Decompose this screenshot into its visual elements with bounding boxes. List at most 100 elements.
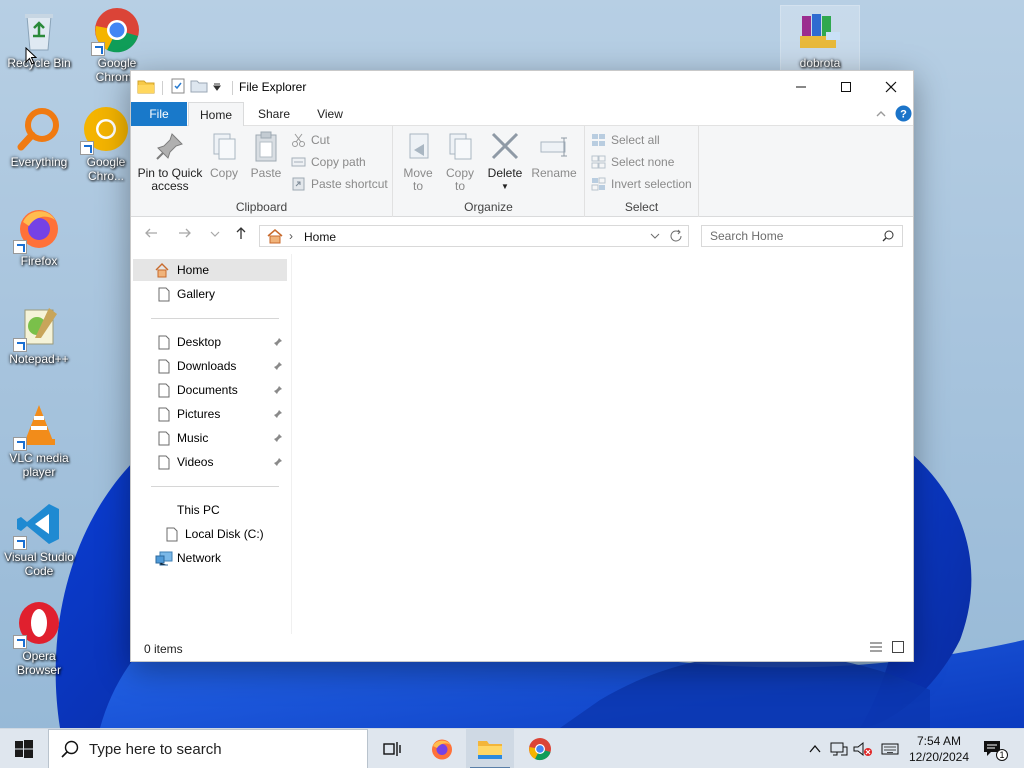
address-bar[interactable]: › Home: [259, 225, 689, 247]
document-icon: [158, 359, 170, 374]
forward-button[interactable]: [175, 226, 195, 244]
paste-shortcut-icon: [292, 177, 305, 191]
pin-to-quick-access-button[interactable]: Pin to Quick access: [137, 130, 203, 193]
desktop-icon-notepad-plus-plus[interactable]: Notepad++: [0, 302, 78, 366]
close-button[interactable]: [868, 71, 914, 102]
desktop-icon-firefox[interactable]: Firefox: [0, 204, 78, 268]
copy-to-label-line2: to: [454, 179, 465, 193]
document-icon: [158, 455, 170, 470]
nav-item-local-disk[interactable]: Local Disk (C:): [133, 523, 287, 545]
nav-item-label: Downloads: [177, 359, 237, 373]
nav-item-gallery[interactable]: Gallery: [133, 283, 287, 305]
breadcrumb-separator[interactable]: ›: [289, 229, 293, 243]
delete-dropdown-arrow-icon[interactable]: ▼: [485, 180, 525, 193]
document-icon: [158, 335, 170, 350]
taskbar-file-explorer[interactable]: [466, 729, 514, 768]
firefox-icon: [432, 739, 452, 760]
nav-item-music[interactable]: Music: [133, 427, 287, 449]
select-none-button[interactable]: Select none: [591, 152, 674, 172]
maximize-button[interactable]: [823, 71, 869, 102]
task-view-icon: [383, 742, 401, 756]
invert-selection-button[interactable]: Invert selection: [591, 174, 692, 194]
details-view-icon[interactable]: [869, 641, 883, 656]
home-icon: [155, 263, 169, 278]
collapse-ribbon-icon[interactable]: [875, 108, 887, 122]
tab-share[interactable]: Share: [247, 102, 301, 126]
cut-button[interactable]: Cut: [291, 130, 330, 150]
ribbon-group-label: Select: [624, 200, 659, 214]
nav-item-pictures[interactable]: Pictures: [133, 403, 287, 425]
desktop-icon-label: VLC media player: [9, 451, 69, 479]
keyboard-tray-button[interactable]: [878, 729, 902, 768]
properties-icon[interactable]: [170, 78, 186, 97]
nav-item-videos[interactable]: Videos: [133, 451, 287, 473]
drive-icon: [166, 527, 178, 542]
up-arrow-icon: [236, 227, 246, 239]
desktop-icon-vscode[interactable]: Visual Studio Code: [0, 500, 78, 578]
nav-item-this-pc[interactable]: This PC: [133, 499, 287, 521]
quick-access-toolbar: [137, 78, 233, 97]
customize-toolbar-chevron-icon[interactable]: [212, 81, 222, 95]
desktop-icon-google-chrome-2[interactable]: Google Chro...: [78, 105, 134, 183]
desktop-icon-dobrota[interactable]: dobrota: [780, 5, 860, 71]
taskbar-firefox[interactable]: [418, 729, 466, 768]
select-all-button[interactable]: Select all: [591, 130, 660, 150]
pin-icon[interactable]: [273, 457, 283, 467]
nav-item-documents[interactable]: Documents: [133, 379, 287, 401]
tab-view[interactable]: View: [303, 102, 357, 126]
nav-item-label: Network: [177, 551, 222, 565]
taskbar-chrome[interactable]: [516, 729, 564, 768]
pin-icon[interactable]: [273, 361, 283, 371]
desktop-icon-vlc[interactable]: VLC media player: [0, 401, 78, 479]
large-icons-view-icon[interactable]: [891, 640, 905, 657]
document-icon: [158, 431, 170, 446]
nav-item-label: Desktop: [177, 335, 222, 349]
start-button[interactable]: [0, 729, 48, 768]
pin-icon[interactable]: [273, 433, 283, 443]
desktop-icon-opera[interactable]: Opera Browser: [0, 599, 78, 677]
copy-button[interactable]: Copy: [205, 130, 243, 180]
paste-shortcut-button[interactable]: Paste shortcut: [291, 174, 388, 194]
refresh-icon[interactable]: [669, 229, 683, 246]
rename-button[interactable]: Rename: [531, 130, 577, 180]
copy-to-button[interactable]: Copy to: [441, 130, 479, 193]
tab-home[interactable]: Home: [188, 102, 244, 127]
back-button[interactable]: [141, 226, 161, 244]
minimize-button[interactable]: [778, 71, 824, 102]
tab-file[interactable]: File: [131, 102, 187, 126]
delete-button[interactable]: Delete ▼: [485, 130, 525, 193]
recent-locations-button[interactable]: [205, 226, 225, 244]
nav-item-desktop[interactable]: Desktop: [133, 331, 287, 353]
desktop-icon-everything[interactable]: Everything: [0, 105, 78, 169]
title-bar[interactable]: File Explorer: [131, 71, 913, 102]
search-input[interactable]: Search Home: [701, 225, 903, 247]
task-view-button[interactable]: [368, 729, 416, 768]
move-to-button[interactable]: Move to: [399, 130, 437, 193]
up-button[interactable]: [231, 226, 251, 244]
address-dropdown-icon[interactable]: [650, 230, 660, 244]
network-tray-button[interactable]: [828, 729, 850, 768]
windows-logo-icon: [15, 740, 33, 758]
volume-tray-button[interactable]: [852, 729, 874, 768]
help-icon[interactable]: ?: [895, 105, 912, 125]
home-icon: [266, 228, 284, 247]
file-list-area[interactable]: [291, 254, 913, 634]
taskbar-clock[interactable]: 7:54 AM 12/20/2024: [902, 733, 976, 765]
taskbar-search-box[interactable]: Type here to search: [48, 729, 368, 768]
breadcrumb-home[interactable]: Home: [304, 230, 336, 244]
pin-icon[interactable]: [273, 385, 283, 395]
file-explorer-window[interactable]: File Explorer File Home Share View ? Pin…: [130, 70, 914, 662]
desktop-icon-recycle-bin[interactable]: Recycle Bin: [0, 6, 78, 70]
paste-button[interactable]: Paste: [247, 130, 285, 180]
new-folder-icon[interactable]: [190, 78, 208, 97]
copy-path-button[interactable]: Copy path: [291, 152, 366, 172]
folder-app-icon: [137, 78, 155, 97]
show-hidden-icons-button[interactable]: [806, 729, 824, 768]
pin-icon[interactable]: [273, 337, 283, 347]
nav-item-downloads[interactable]: Downloads: [133, 355, 287, 377]
pin-icon[interactable]: [273, 409, 283, 419]
nav-item-home[interactable]: Home: [133, 259, 287, 281]
nav-item-network[interactable]: Network: [133, 547, 287, 569]
notifications-button[interactable]: 1: [978, 729, 1008, 768]
chevron-down-icon: [210, 231, 220, 237]
